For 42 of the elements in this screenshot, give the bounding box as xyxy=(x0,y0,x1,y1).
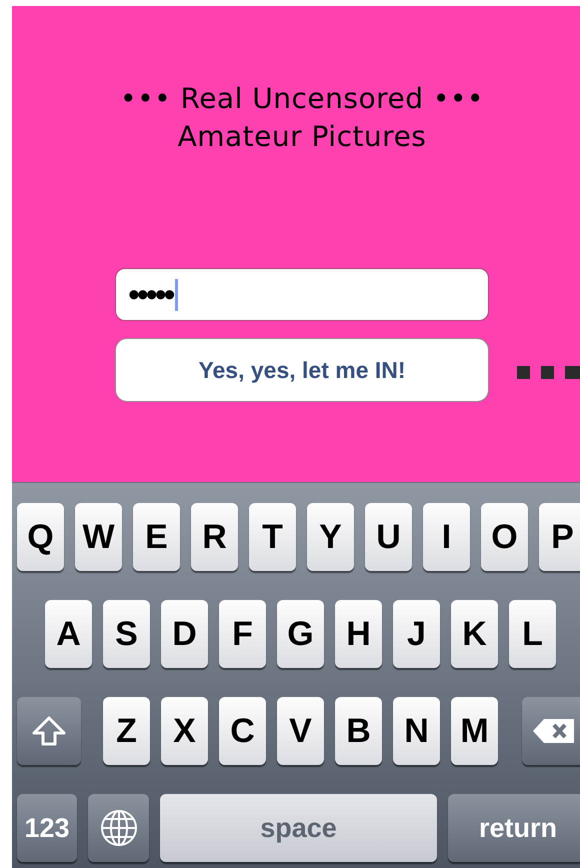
login-button[interactable]: Yes, yes, let me IN! xyxy=(115,338,489,402)
letter-key[interactable]: X xyxy=(161,697,208,765)
letter-key[interactable]: Q xyxy=(17,503,64,571)
letter-key[interactable]: Z xyxy=(103,697,150,765)
password-field[interactable]: ••••• xyxy=(115,268,489,321)
letter-key[interactable]: M xyxy=(451,697,498,765)
letter-key[interactable]: S xyxy=(103,600,150,668)
numbers-key[interactable]: 123 xyxy=(17,794,77,862)
letter-key[interactable]: U xyxy=(365,503,412,571)
backspace-icon xyxy=(532,717,576,745)
letter-key[interactable]: A xyxy=(45,600,92,668)
app-title: ••• Real Uncensored ••• xyxy=(120,81,484,117)
letter-key[interactable]: O xyxy=(481,503,528,571)
letter-key[interactable]: E xyxy=(133,503,180,571)
password-value: ••••• xyxy=(128,278,173,312)
globe-icon xyxy=(100,809,138,847)
letter-key[interactable]: G xyxy=(277,600,324,668)
shift-icon xyxy=(32,716,66,746)
letter-key[interactable]: B xyxy=(335,697,382,765)
letter-key[interactable]: L xyxy=(509,600,556,668)
globe-key[interactable] xyxy=(88,794,149,862)
letter-key[interactable]: H xyxy=(335,600,382,668)
space-key[interactable]: space xyxy=(160,794,437,862)
letter-key[interactable]: P xyxy=(539,503,580,571)
return-key[interactable]: return xyxy=(448,794,580,862)
dots-icon xyxy=(517,366,580,379)
letter-key[interactable]: K xyxy=(451,600,498,668)
letter-key[interactable]: N xyxy=(393,697,440,765)
delete-key[interactable] xyxy=(522,697,580,765)
letter-key[interactable]: I xyxy=(423,503,470,571)
shift-key[interactable] xyxy=(17,697,81,765)
letter-key[interactable]: W xyxy=(75,503,122,571)
letter-key[interactable]: D xyxy=(161,600,208,668)
letter-key[interactable]: C xyxy=(219,697,266,765)
letter-key[interactable]: R xyxy=(191,503,238,571)
letter-key[interactable]: F xyxy=(219,600,266,668)
letter-key[interactable]: T xyxy=(249,503,296,571)
letter-key[interactable]: J xyxy=(393,600,440,668)
text-cursor xyxy=(174,278,178,310)
letter-key[interactable]: V xyxy=(277,697,324,765)
app-title: Amateur Pictures xyxy=(178,119,426,155)
letter-key[interactable]: Y xyxy=(307,503,354,571)
